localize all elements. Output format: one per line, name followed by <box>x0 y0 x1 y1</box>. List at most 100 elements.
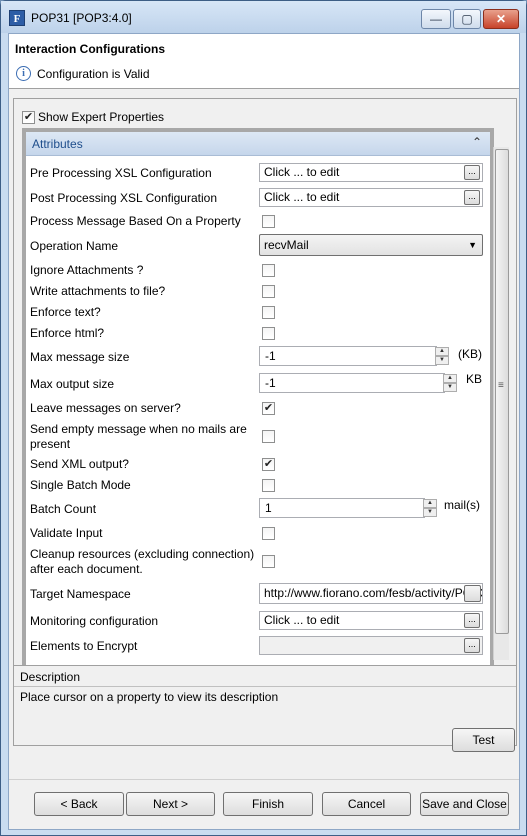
property-label: Max message size <box>30 350 130 364</box>
property-rows: Pre Processing XSL Configuration Click .… <box>26 156 490 686</box>
property-label: Send XML output? <box>30 457 129 471</box>
property-label: Elements to Encrypt <box>30 639 138 653</box>
cleanup-resources-checkbox[interactable] <box>262 555 275 568</box>
app-logo-icon: F <box>9 10 25 26</box>
window-title: POP31 [POP3:4.0] <box>31 11 132 25</box>
property-label: Enforce text? <box>30 305 101 319</box>
description-text: Place cursor on a property to view its d… <box>20 690 279 704</box>
property-label: Batch Count <box>30 502 97 516</box>
send-xml-output-checkbox[interactable]: ✔ <box>262 458 275 471</box>
post-processing-ellipsis-button[interactable]: ... <box>464 190 480 205</box>
validate-input-checkbox[interactable] <box>262 527 275 540</box>
description-divider <box>14 686 516 687</box>
pre-processing-xsl-field[interactable]: Click ... to edit <box>259 163 483 182</box>
select-value: recvMail <box>264 238 309 252</box>
unit-label: KB <box>466 372 483 386</box>
back-button[interactable]: < Back <box>34 792 124 816</box>
property-label: Operation Name <box>30 239 119 253</box>
info-icon: i <box>16 66 31 81</box>
property-label: Write attachments to file? <box>30 284 166 298</box>
spin-down-icon[interactable]: ▼ <box>435 356 449 365</box>
property-sheet: Attributes ⌃ Pre Processing XSL Configur… <box>22 128 494 690</box>
field-value: http://www.fiorano.com/fesb/activity/POP… <box>264 586 483 600</box>
process-message-checkbox[interactable] <box>262 215 275 228</box>
dialog-window: F POP31 [POP3:4.0] — ▢ ✕ Interaction Con… <box>0 0 527 836</box>
unit-label: mail(s) <box>444 498 480 512</box>
show-expert-properties-label[interactable]: Show Expert Properties <box>38 110 164 124</box>
max-output-size-input[interactable]: -1 <box>259 373 445 393</box>
spin-up-icon[interactable]: ▲ <box>423 499 437 508</box>
target-namespace-field[interactable]: http://www.fiorano.com/fesb/activity/POP… <box>259 583 483 604</box>
next-button[interactable]: Next > <box>126 792 215 816</box>
property-scrollbar[interactable]: ≡ <box>493 147 509 660</box>
page-title: Interaction Configurations <box>15 42 165 56</box>
scrollbar-thumb[interactable]: ≡ <box>495 149 509 634</box>
minimize-button[interactable]: — <box>421 9 451 29</box>
attributes-section-title: Attributes <box>32 137 83 151</box>
leave-messages-checkbox[interactable]: ✔ <box>262 402 275 415</box>
operation-name-select[interactable]: recvMail ▼ <box>259 234 483 256</box>
cancel-button[interactable]: Cancel <box>322 792 411 816</box>
maximize-button[interactable]: ▢ <box>453 9 481 29</box>
title-bar[interactable]: F POP31 [POP3:4.0] — ▢ ✕ <box>1 1 526 33</box>
send-empty-message-checkbox[interactable] <box>262 430 275 443</box>
batch-count-stepper[interactable]: ▲ ▼ <box>423 499 437 517</box>
collapse-chevron-icon[interactable]: ⌃ <box>472 135 482 149</box>
field-value: Click ... to edit <box>264 613 340 627</box>
test-button[interactable]: Test <box>452 728 515 752</box>
property-label: Single Batch Mode <box>30 478 131 492</box>
field-value: Click ... to edit <box>264 190 340 204</box>
monitoring-configuration-field[interactable]: Click ... to edit <box>259 611 483 630</box>
dialog-client-area: Interaction Configurations i Configurati… <box>8 33 520 830</box>
enforce-text-checkbox[interactable] <box>262 306 275 319</box>
spin-down-icon[interactable]: ▼ <box>443 383 457 392</box>
input-value: -1 <box>265 349 276 363</box>
chevron-down-icon: ▼ <box>468 240 477 250</box>
button-bar-divider <box>9 779 519 780</box>
property-label: Pre Processing XSL Configuration <box>30 166 212 180</box>
property-label: Send empty message when no mails are pre… <box>30 422 247 451</box>
show-expert-properties-checkbox[interactable]: ✔ <box>22 111 35 124</box>
spin-down-icon[interactable]: ▼ <box>423 508 437 517</box>
spin-up-icon[interactable]: ▲ <box>443 374 457 383</box>
monitoring-ellipsis-button[interactable]: ... <box>464 613 480 628</box>
max-message-size-stepper[interactable]: ▲ ▼ <box>435 347 449 365</box>
field-value: Click ... to edit <box>264 165 340 179</box>
property-label: Validate Input <box>30 526 103 540</box>
enforce-html-checkbox[interactable] <box>262 327 275 340</box>
input-value: 1 <box>265 501 272 515</box>
elements-to-encrypt-ellipsis-button[interactable]: ... <box>464 638 480 653</box>
scroll-grip-icon: ≡ <box>498 380 504 391</box>
ignore-attachments-checkbox[interactable] <box>262 264 275 277</box>
attributes-section-header[interactable]: Attributes ⌃ <box>26 132 490 156</box>
property-label: Enforce html? <box>30 326 105 340</box>
property-label: Post Processing XSL Configuration <box>30 191 217 205</box>
save-and-close-button[interactable]: Save and Close <box>420 792 509 816</box>
close-button[interactable]: ✕ <box>483 9 519 29</box>
header-panel: Interaction Configurations i Configurati… <box>9 34 519 89</box>
property-label: Ignore Attachments ? <box>30 263 144 277</box>
finish-button[interactable]: Finish <box>223 792 313 816</box>
expert-properties-panel: ✔ Show Expert Properties Attributes ⌃ Pr… <box>13 98 517 696</box>
property-label: Process Message Based On a Property <box>30 214 241 228</box>
property-label: Leave messages on server? <box>30 401 181 415</box>
spin-up-icon[interactable]: ▲ <box>435 347 449 356</box>
description-panel: Description Place cursor on a property t… <box>13 665 517 746</box>
max-output-size-stepper[interactable]: ▲ ▼ <box>443 374 457 392</box>
elements-to-encrypt-field[interactable] <box>259 636 483 655</box>
post-processing-xsl-field[interactable]: Click ... to edit <box>259 188 483 207</box>
validation-status: Configuration is Valid <box>37 67 150 81</box>
property-label: Target Namespace <box>30 587 131 601</box>
pre-processing-ellipsis-button[interactable]: ... <box>464 165 480 180</box>
input-value: -1 <box>265 376 276 390</box>
write-attachments-checkbox[interactable] <box>262 285 275 298</box>
batch-count-input[interactable]: 1 <box>259 498 425 518</box>
unit-label: (KB) <box>458 347 482 361</box>
property-label: Monitoring configuration <box>30 614 159 628</box>
description-title: Description <box>20 670 81 684</box>
max-message-size-input[interactable]: -1 <box>259 346 437 366</box>
property-label: Max output size <box>30 377 115 391</box>
single-batch-mode-checkbox[interactable] <box>262 479 275 492</box>
target-namespace-ellipsis-button[interactable] <box>464 585 481 602</box>
property-label: Cleanup resources (excluding connection)… <box>30 547 255 576</box>
